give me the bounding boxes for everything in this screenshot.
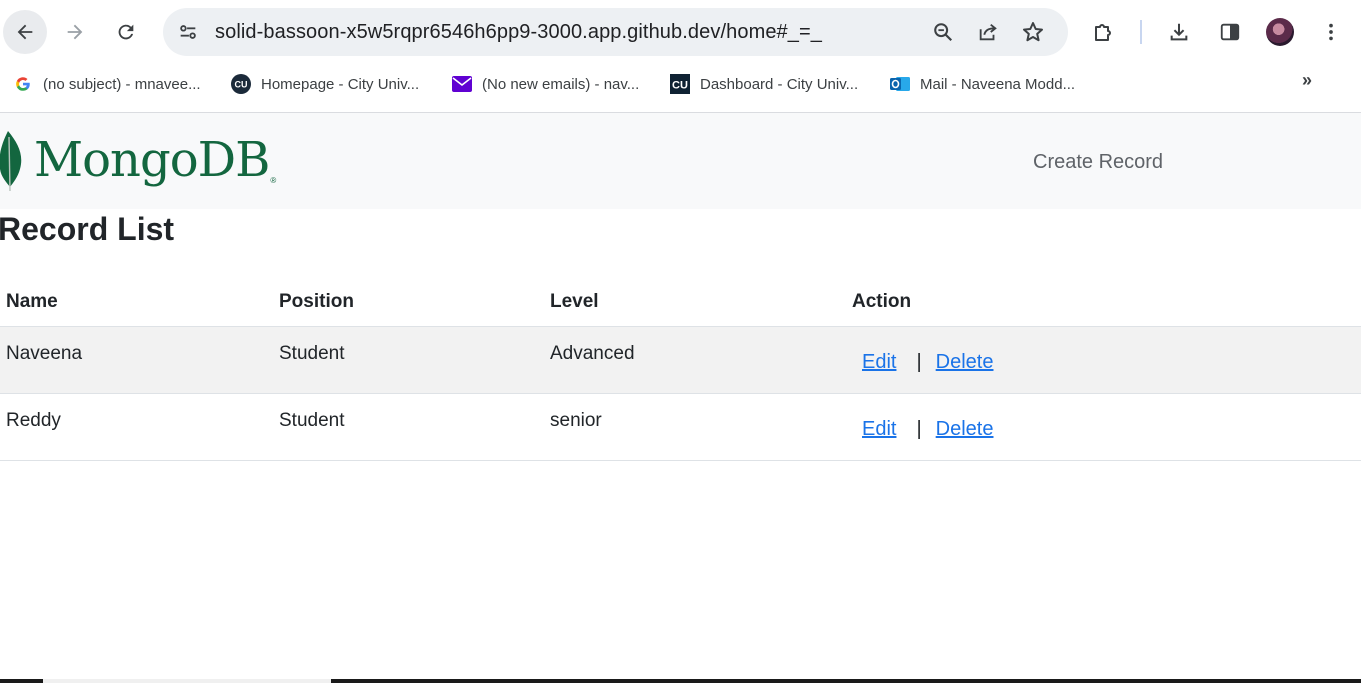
table-row: Reddy Student senior Edit | Delete <box>0 393 1361 461</box>
zoom-icon[interactable] <box>931 20 955 44</box>
outlook-icon <box>890 74 910 94</box>
bookmark-label: (no subject) - mnavee... <box>43 75 201 93</box>
cell-name: Reddy <box>0 393 273 461</box>
bookmark-item[interactable]: CU Homepage - City Univ... <box>231 72 419 96</box>
edit-link[interactable]: Edit <box>862 351 896 373</box>
column-header-position: Position <box>273 278 544 327</box>
bookmark-label: Homepage - City Univ... <box>261 75 420 93</box>
column-header-name: Name <box>0 278 273 327</box>
table-row: Naveena Student Advanced Edit | Delete <box>0 326 1361 394</box>
download-icon[interactable] <box>1167 20 1191 44</box>
svg-text:CU: CU <box>235 80 248 90</box>
bookmark-item[interactable]: (no subject) - mnavee... <box>13 72 201 96</box>
delete-link[interactable]: Delete <box>936 351 994 373</box>
arrow-right-icon <box>67 24 83 40</box>
action-separator: | <box>916 351 922 373</box>
cell-action: Edit | Delete <box>846 393 1361 461</box>
more-bookmarks-button[interactable]: » <box>1302 70 1312 91</box>
bookmarks-bar: (no subject) - mnavee... CU Homepage - C… <box>0 64 1361 104</box>
arrow-left-icon <box>17 24 33 40</box>
cell-action: Edit | Delete <box>846 326 1361 394</box>
bookmark-item[interactable]: Mail - Naveena Modd... <box>890 72 1075 96</box>
address-bar[interactable]: solid-bassoon-x5w5rqpr6546h6pp9-3000.app… <box>163 8 1068 56</box>
menu-kebab-icon[interactable] <box>1319 20 1343 44</box>
records-table: Name Position Level Action Naveena Stude… <box>0 278 1361 461</box>
side-panel-icon[interactable] <box>1218 20 1242 44</box>
back-button[interactable] <box>3 10 47 54</box>
url-text[interactable]: solid-bassoon-x5w5rqpr6546h6pp9-3000.app… <box>215 21 822 44</box>
toolbar-separator <box>1140 20 1142 44</box>
cu-icon: CU <box>231 74 251 94</box>
bookmark-item[interactable]: CU Dashboard - City Univ... <box>670 72 858 96</box>
cell-position: Student <box>273 326 544 394</box>
browser-toolbar: solid-bassoon-x5w5rqpr6546h6pp9-3000.app… <box>0 0 1361 64</box>
bookmark-label: Dashboard - City Univ... <box>700 75 859 93</box>
reload-icon <box>118 24 134 40</box>
bookmark-item[interactable]: (No new emails) - nav... <box>452 72 639 96</box>
svg-text:CU: CU <box>672 80 688 92</box>
share-icon[interactable] <box>976 20 1000 44</box>
google-icon <box>13 74 33 94</box>
site-info-icon[interactable] <box>174 18 202 46</box>
create-record-link[interactable]: Create Record <box>1033 151 1163 174</box>
cu-square-icon: CU <box>670 74 690 94</box>
column-header-action: Action <box>846 278 1361 327</box>
horizontal-scrollbar-thumb[interactable] <box>43 679 331 683</box>
logo-registered-mark: ® <box>270 176 277 185</box>
delete-link[interactable]: Delete <box>936 418 994 440</box>
table-header-row: Name Position Level Action <box>0 278 1361 327</box>
leaf-icon <box>0 131 22 191</box>
mail-icon <box>452 74 472 94</box>
action-separator: | <box>916 418 922 440</box>
page-title: Record List <box>0 211 175 247</box>
bookmark-label: (No new emails) - nav... <box>482 75 640 93</box>
cell-level: Advanced <box>544 326 846 394</box>
bookmark-star-icon[interactable] <box>1021 20 1045 44</box>
reload-button[interactable] <box>104 10 148 54</box>
cell-position: Student <box>273 393 544 461</box>
extensions-icon[interactable] <box>1092 20 1116 44</box>
bookmark-label: Mail - Naveena Modd... <box>920 75 1076 93</box>
cell-name: Naveena <box>0 326 273 394</box>
logo-text: MongoDB <box>34 132 270 188</box>
edit-link[interactable]: Edit <box>862 418 896 440</box>
forward-button[interactable] <box>53 10 97 54</box>
column-header-level: Level <box>544 278 846 327</box>
cell-level: senior <box>544 393 846 461</box>
profile-avatar[interactable] <box>1266 18 1294 46</box>
mongodb-logo[interactable]: MongoDB ® <box>0 129 276 191</box>
app-navbar: MongoDB ® Create Record <box>0 113 1361 209</box>
